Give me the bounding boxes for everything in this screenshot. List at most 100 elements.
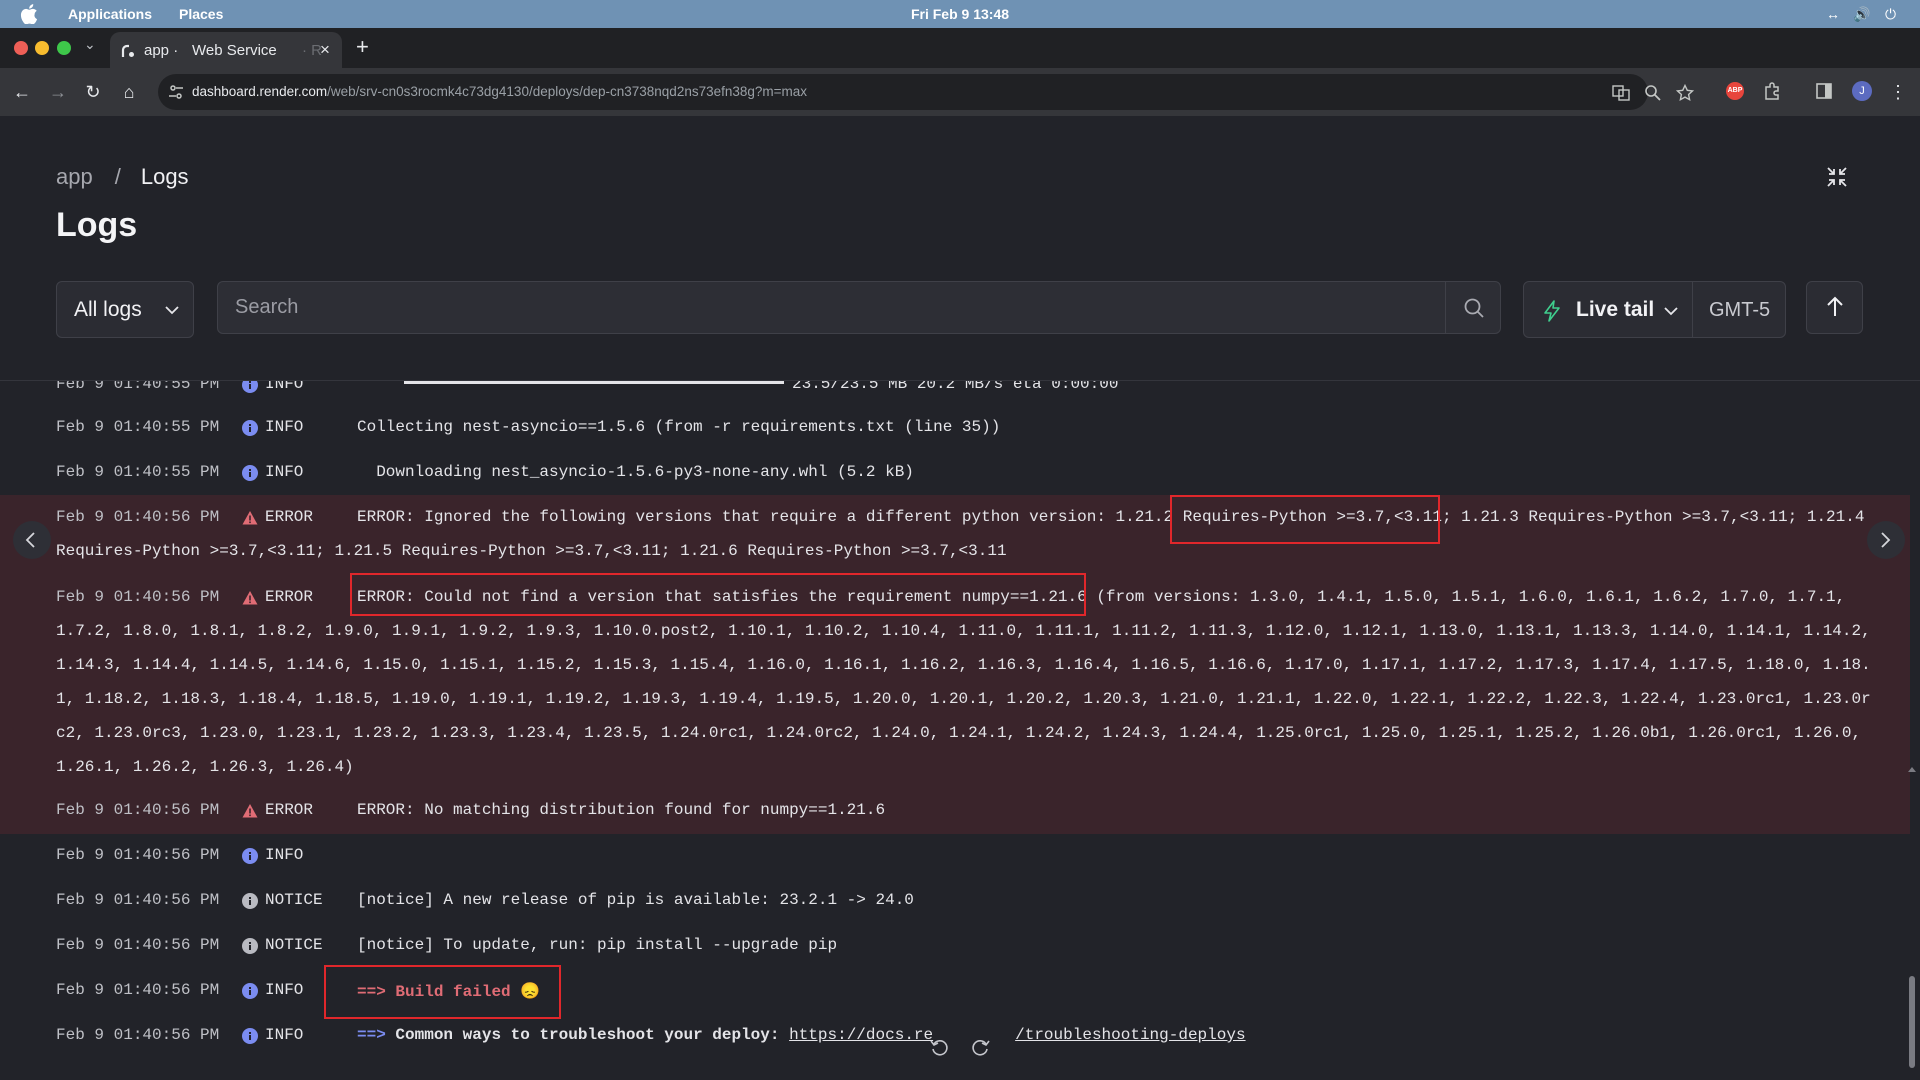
extensions-puzzle-icon[interactable] — [1763, 82, 1781, 100]
log-timestamp: Feb 9 01:40:56 PM — [56, 981, 220, 999]
log-timestamp: Feb 9 01:40:55 PM — [56, 463, 220, 481]
scroll-to-top-button[interactable] — [1806, 281, 1863, 334]
profile-avatar[interactable]: J — [1852, 81, 1872, 101]
warning-triangle-icon — [242, 511, 258, 525]
warning-triangle-icon — [242, 591, 258, 605]
translate-icon[interactable] — [1612, 84, 1630, 102]
window-minimize-icon[interactable] — [35, 41, 49, 55]
exit-fullscreen-icon[interactable] — [1826, 166, 1848, 188]
adblock-extension-icon[interactable]: ABP — [1726, 82, 1744, 100]
info-icon — [242, 420, 258, 436]
log-timestamp: Feb 9 01:40:56 PM — [56, 801, 220, 819]
log-level: ERROR — [265, 588, 314, 606]
bookmark-star-icon[interactable] — [1676, 84, 1694, 102]
new-tab-button[interactable]: + — [356, 34, 369, 60]
next-arrow-button[interactable] — [1867, 521, 1905, 559]
log-row: Feb 9 01:40:55 PM INFO 23.5/23.5 MB 20.2… — [0, 380, 1910, 399]
log-timestamp: Feb 9 01:40:56 PM — [56, 508, 220, 526]
scrollbar-up-arrow-icon[interactable] — [1907, 765, 1917, 773]
log-message-continuation: 1.7.2, 1.8.0, 1.8.1, 1.8.2, 1.9.0, 1.9.1… — [56, 622, 1871, 776]
timezone-selector[interactable]: GMT-5 — [1709, 299, 1770, 322]
undo-icon[interactable] — [930, 1038, 948, 1056]
log-message: [notice] To update, run: pip install --u… — [357, 936, 838, 954]
tab-close-icon[interactable]: × — [320, 40, 330, 60]
apple-logo-icon[interactable] — [20, 4, 38, 24]
annotation-box-numpy-error — [350, 573, 1086, 616]
chevron-down-icon — [165, 306, 179, 315]
search-divider — [1445, 282, 1446, 333]
notice-icon — [242, 938, 258, 954]
log-message: ERROR: Ignored the following versions th… — [357, 508, 1865, 526]
log-timestamp: Feb 9 01:40:55 PM — [56, 418, 220, 436]
search-icon[interactable] — [1463, 297, 1485, 319]
log-row-error: Feb 9 01:40:56 PM ERROR ERROR: Ignored t… — [0, 508, 1910, 568]
warning-triangle-icon — [242, 804, 258, 818]
reload-icon[interactable]: ↻ — [82, 81, 104, 103]
home-icon[interactable]: ⌂ — [118, 81, 140, 103]
browser-tab-strip: ⌄ app · Web Service · R × + — [0, 28, 1920, 68]
log-level: INFO — [265, 1026, 304, 1044]
log-message: 23.5/23.5 MB 20.2 MB/s eta 0:00:00 — [792, 380, 1119, 393]
notice-icon — [242, 893, 258, 909]
log-level: INFO — [265, 981, 304, 999]
log-row: Feb 9 01:40:56 PM NOTICE [notice] To upd… — [0, 936, 1910, 960]
log-level: INFO — [265, 463, 304, 481]
log-timestamp: Feb 9 01:40:56 PM — [56, 891, 220, 909]
log-message: Collecting nest-asyncio==1.5.6 (from -r … — [357, 418, 1001, 436]
log-level: INFO — [265, 418, 304, 436]
info-icon — [242, 848, 258, 864]
breadcrumb-app-link[interactable]: app — [56, 164, 93, 189]
log-message: [notice] A new release of pip is availab… — [357, 891, 914, 909]
lightning-bolt-icon — [1544, 300, 1560, 322]
menu-places[interactable]: Places — [179, 6, 223, 22]
render-favicon-icon — [121, 44, 134, 57]
redo-icon[interactable] — [972, 1038, 990, 1056]
log-row: Feb 9 01:40:56 PM INFO ==> Build failed … — [0, 981, 1910, 1005]
log-row: Feb 9 01:40:55 PM INFO Collecting nest-a… — [0, 418, 1910, 442]
log-message: Downloading nest_asyncio-1.5.6-py3-none-… — [357, 463, 914, 481]
tab-subtitle: Web Service — [192, 42, 277, 59]
log-filter-dropdown[interactable]: All logs — [56, 281, 194, 338]
troubleshooting-docs-link[interactable]: https://docs.re/troubleshooting-deploys — [789, 1026, 1245, 1044]
log-row: Feb 9 01:40:56 PM INFO ==> Common ways t… — [0, 1026, 1910, 1050]
log-timestamp: Feb 9 01:40:56 PM — [56, 846, 220, 864]
live-tail-divider — [1692, 282, 1693, 337]
breadcrumb-current: Logs — [140, 164, 189, 189]
live-tail-button[interactable]: Live tail — [1576, 298, 1654, 322]
url-text[interactable]: dashboard.render.com/web/srv-cn0s3rocmk4… — [192, 84, 807, 99]
log-message: ERROR: No matching distribution found fo… — [357, 801, 886, 819]
back-arrow-icon[interactable]: ← — [11, 81, 33, 103]
log-row-error: Feb 9 01:40:56 PM ERROR ERROR: No matchi… — [0, 801, 1910, 825]
tab-search-chevron-icon[interactable]: ⌄ — [84, 36, 96, 53]
volume-icon[interactable]: 🔊 — [1853, 6, 1870, 23]
zoom-icon[interactable] — [1644, 84, 1662, 102]
tab-title: app · — [144, 42, 179, 59]
page-title: Logs — [56, 206, 138, 244]
previous-arrow-button[interactable] — [13, 521, 51, 559]
network-icon[interactable]: ↔ — [1826, 6, 1840, 22]
info-icon — [242, 381, 258, 393]
window-maximize-icon[interactable] — [57, 41, 71, 55]
log-level: INFO — [265, 846, 304, 864]
scrollbar-thumb[interactable] — [1909, 976, 1915, 1068]
tab-title-overflow: · R — [302, 42, 322, 59]
forward-arrow-icon[interactable]: → — [47, 81, 69, 103]
browser-tab-active[interactable]: app · Web Service · R × — [110, 32, 342, 68]
log-level: ERROR — [265, 801, 314, 819]
arrow-up-icon — [1827, 296, 1843, 316]
download-progress-bar — [404, 381, 784, 384]
info-icon — [242, 465, 258, 481]
window-close-icon[interactable] — [14, 41, 28, 55]
browser-menu-icon[interactable]: ⋮ — [1887, 81, 1909, 103]
info-icon — [242, 983, 258, 999]
annotation-box-requires-python — [1170, 495, 1440, 544]
site-info-icon[interactable] — [168, 84, 184, 100]
chevron-down-icon[interactable] — [1664, 306, 1678, 316]
log-timestamp: Feb 9 01:40:56 PM — [56, 936, 220, 954]
log-timestamp: Feb 9 01:40:56 PM — [56, 1026, 220, 1044]
menu-applications[interactable]: Applications — [68, 6, 152, 22]
side-panel-icon[interactable] — [1816, 83, 1832, 99]
log-search-input[interactable] — [218, 282, 1445, 333]
address-bar[interactable]: dashboard.render.com/web/srv-cn0s3rocmk4… — [158, 74, 1694, 110]
power-icon[interactable]: ⏻ — [1885, 6, 1896, 23]
